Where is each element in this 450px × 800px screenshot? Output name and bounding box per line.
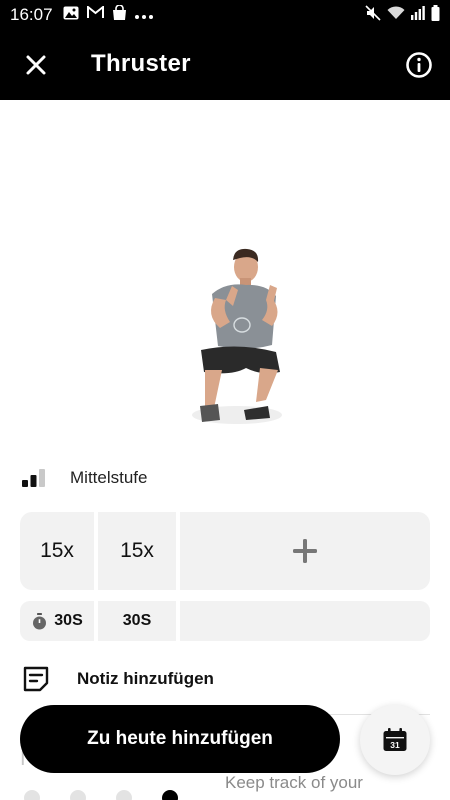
calendar-button[interactable]: 31	[360, 705, 430, 775]
note-icon	[23, 666, 49, 692]
difficulty-bars-icon	[22, 469, 45, 487]
exercise-figure-image	[192, 248, 282, 424]
sets-card: 15x 15x	[20, 512, 430, 590]
page-dot[interactable]	[116, 790, 132, 800]
rest-empty-slot	[180, 601, 430, 641]
battery-icon	[431, 4, 440, 26]
add-note-label: Notiz hinzufügen	[77, 669, 214, 688]
page-dot[interactable]	[70, 790, 86, 800]
set-reps-2[interactable]: 15x	[98, 512, 180, 590]
gmail-icon	[86, 4, 104, 24]
mute-icon	[365, 4, 381, 26]
set-rest-1[interactable]: 30S	[20, 601, 98, 641]
rest-card: 30S 30S	[20, 601, 430, 641]
set-reps-1[interactable]: 15x	[20, 512, 98, 590]
set-rest-2[interactable]: 30S	[98, 601, 180, 641]
page-dots	[24, 790, 178, 800]
difficulty-level: Mittelstufe	[22, 462, 147, 494]
set-rest-1-label: 30S	[54, 612, 83, 629]
difficulty-label: Mittelstufe	[70, 468, 148, 487]
add-set-button[interactable]	[180, 512, 430, 590]
add-to-today-button[interactable]: Zu heute hinzufügen	[20, 705, 340, 773]
info-icon	[406, 52, 432, 78]
keep-track-text: Keep track of your	[225, 773, 363, 792]
close-icon	[26, 55, 46, 75]
status-time: 16:07	[10, 5, 53, 24]
add-note-row[interactable]: Notiz hinzufügen	[22, 660, 430, 698]
info-button[interactable]	[402, 48, 436, 82]
wifi-icon	[387, 5, 405, 25]
exercise-animation	[0, 100, 450, 445]
status-bar: 16:07	[0, 0, 450, 30]
more-dots-icon	[134, 6, 153, 24]
screen: 16:07 Thruster Mittelstufe 15x 15x 30S 3…	[0, 0, 450, 800]
page-dot[interactable]	[24, 790, 40, 800]
calendar-day: 31	[390, 740, 400, 750]
timer-icon	[33, 612, 47, 629]
signal-icon	[411, 5, 425, 25]
close-button[interactable]	[18, 47, 54, 83]
notification-icons	[63, 3, 153, 26]
plus-icon	[293, 539, 317, 563]
shopping-bag-icon	[112, 3, 127, 26]
calendar-icon: 31	[383, 728, 407, 751]
image-icon	[63, 6, 79, 25]
app-bar: Thruster	[0, 30, 450, 100]
page-title: Thruster	[91, 50, 191, 77]
system-icons	[365, 4, 440, 26]
page-dot-active[interactable]	[162, 790, 178, 800]
